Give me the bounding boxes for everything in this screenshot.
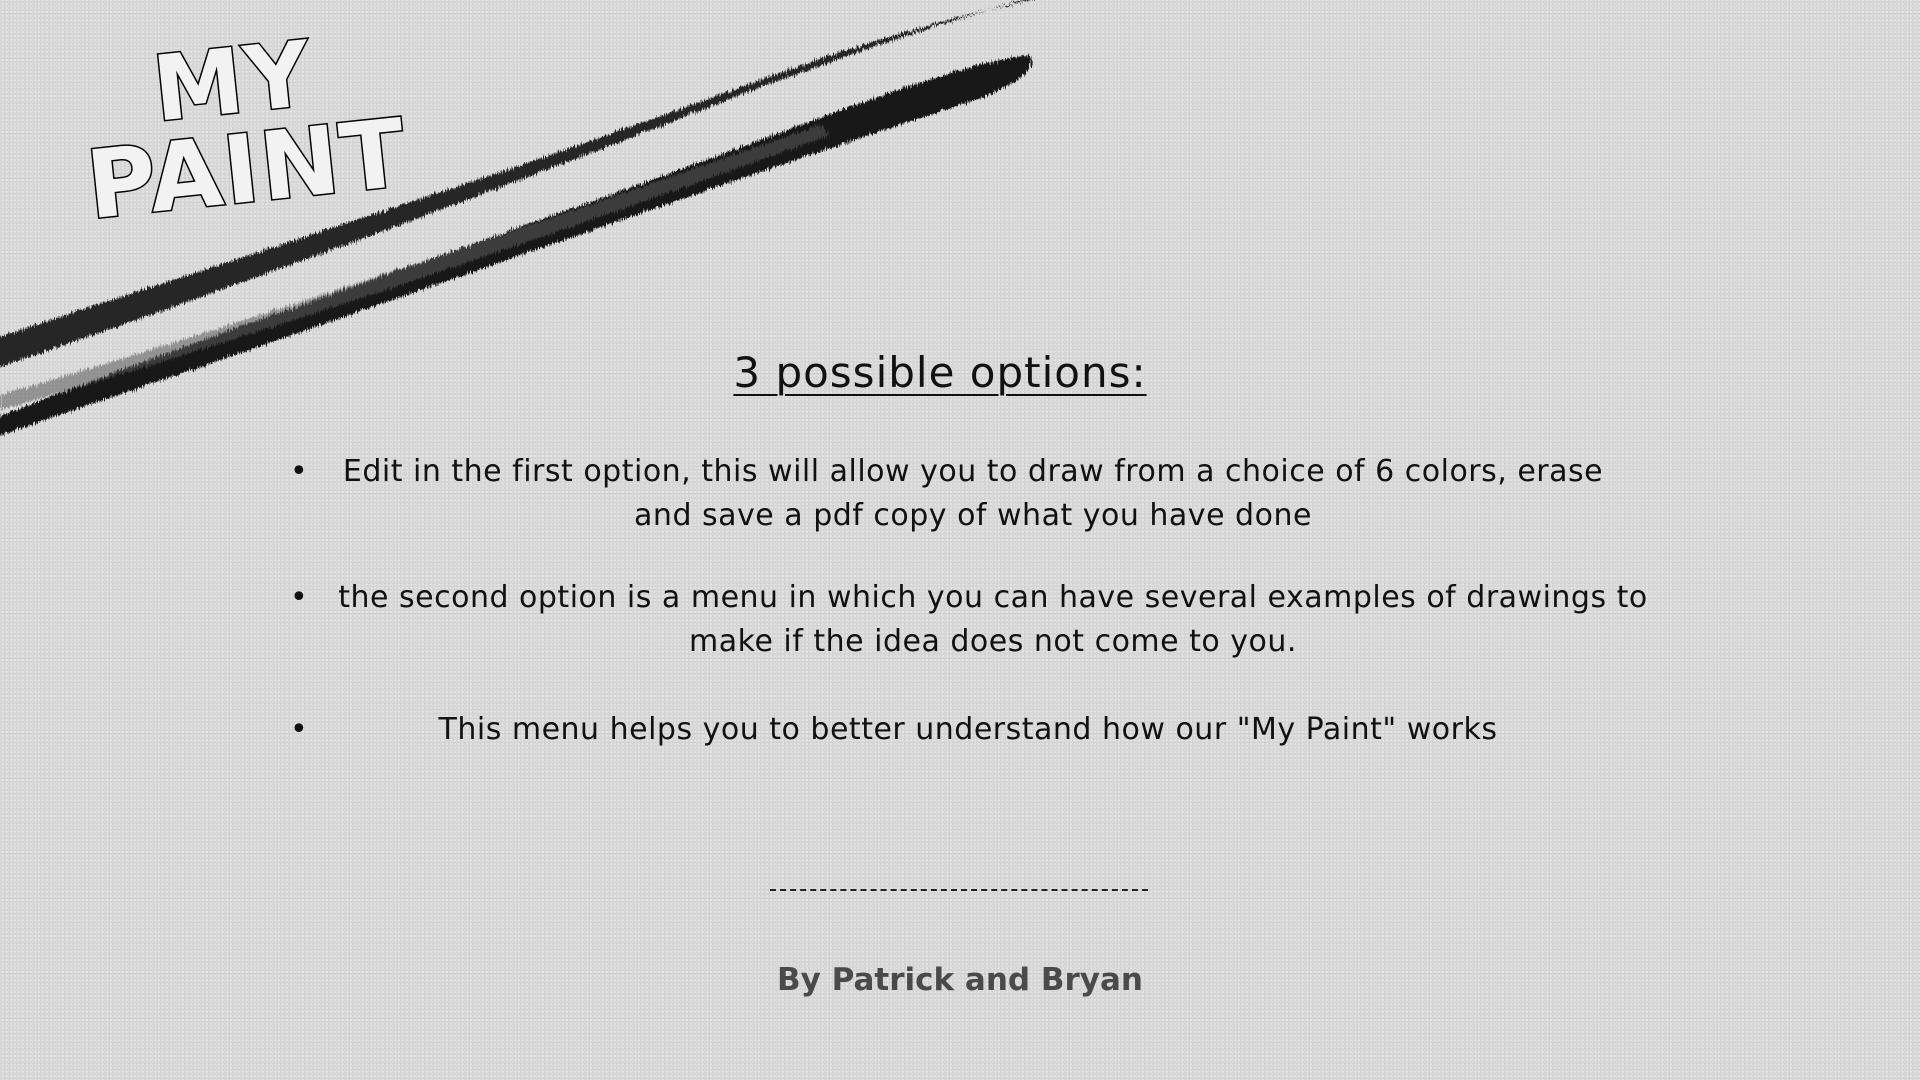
bullet-dot-icon: •	[290, 580, 308, 615]
option-1-description: Edit in the first option, this will allo…	[342, 454, 1604, 533]
bullet-dot-icon: •	[290, 454, 308, 489]
option-3-description: This menu helps you to better understand…	[438, 712, 1498, 747]
separator-line	[770, 889, 1148, 891]
option-2-description: the second option is a menu in which you…	[338, 580, 1648, 659]
app-logo: MY PAINT	[80, 20, 413, 240]
bullet-dot-icon: •	[290, 712, 308, 747]
credits-text: By Patrick and Bryan	[776, 962, 1144, 998]
logo-line-paint: PAINT	[82, 99, 412, 240]
options-title: 3 possible options:	[733, 348, 1147, 397]
